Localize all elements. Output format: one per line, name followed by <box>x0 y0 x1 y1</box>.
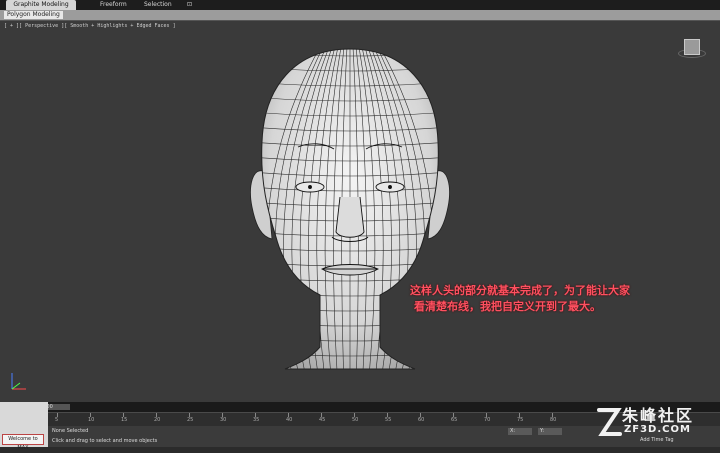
nose <box>335 196 365 238</box>
tab-options-icon[interactable]: ⊡ <box>183 0 196 10</box>
trackbar-tick-label: 65 <box>451 417 458 423</box>
head-mesh[interactable] <box>240 47 460 387</box>
trackbar-tick-label: 40 <box>286 417 293 423</box>
ribbon-panel-bar: Polygon Modeling <box>0 10 720 20</box>
annotation-line-1: 这样人头的部分就基本完成了，为了能让大家 <box>410 284 630 297</box>
trackbar-tick-label: 20 <box>154 417 161 423</box>
tab-freeform[interactable]: Freeform <box>96 0 131 10</box>
logo-url: ZF3D.COM <box>624 424 691 435</box>
x-coordinate-field[interactable]: X: <box>508 428 532 435</box>
selection-status: None Selected <box>52 428 89 434</box>
maxscript-listener-mini[interactable]: Welcome to MAX <box>0 402 48 451</box>
trackbar-tick-label: 5 <box>55 417 59 423</box>
tab-selection[interactable]: Selection <box>140 0 176 10</box>
prompt-line: Click and drag to select and move object… <box>52 438 158 444</box>
annotation-line-2: 看清楚布线，我把自定义开到了最大。 <box>414 300 601 313</box>
trackbar-tick-label: 75 <box>517 417 524 423</box>
trackbar-tick-label: 15 <box>121 417 128 423</box>
tab-graphite-modeling-tools[interactable]: Graphite Modeling Tools <box>6 0 76 18</box>
trackbar-tick-label: 80 <box>550 417 557 423</box>
trackbar-tick-label: 70 <box>484 417 491 423</box>
z-logo-icon <box>597 408 622 436</box>
welcome-message: Welcome to MAX <box>2 434 44 451</box>
trackbar-tick-label: 35 <box>253 417 260 423</box>
zf3d-watermark-logo: 朱峰社区 ZF3D.COM <box>596 402 718 446</box>
trackbar-tick-label: 60 <box>418 417 425 423</box>
polygon-modeling-panel[interactable]: Polygon Modeling <box>4 11 63 19</box>
perspective-viewport[interactable]: [ + ][ Perspective ][ Smooth + Highlight… <box>0 20 720 403</box>
y-coordinate-field[interactable]: Y: <box>538 428 562 435</box>
trackbar-tick-label: 45 <box>319 417 326 423</box>
axis-gizmo-icon <box>11 373 26 390</box>
tutorial-annotation: 这样人头的部分就基本完成了，为了能让大家 看清楚布线，我把自定义开到了最大。 <box>410 283 700 315</box>
trackbar-tick-label: 10 <box>88 417 95 423</box>
trackbar-tick-label: 50 <box>352 417 359 423</box>
trackbar-tick-label: 30 <box>220 417 227 423</box>
trackbar-tick-label: 25 <box>187 417 194 423</box>
viewport-label[interactable]: [ + ][ Perspective ][ Smooth + Highlight… <box>4 23 176 29</box>
trackbar-tick-label: 55 <box>385 417 392 423</box>
viewcube-icon[interactable] <box>684 39 700 55</box>
ribbon-tab-bar: Graphite Modeling Tools Freeform Selecti… <box>0 0 720 18</box>
logo-name: 朱峰社区 <box>622 406 695 425</box>
